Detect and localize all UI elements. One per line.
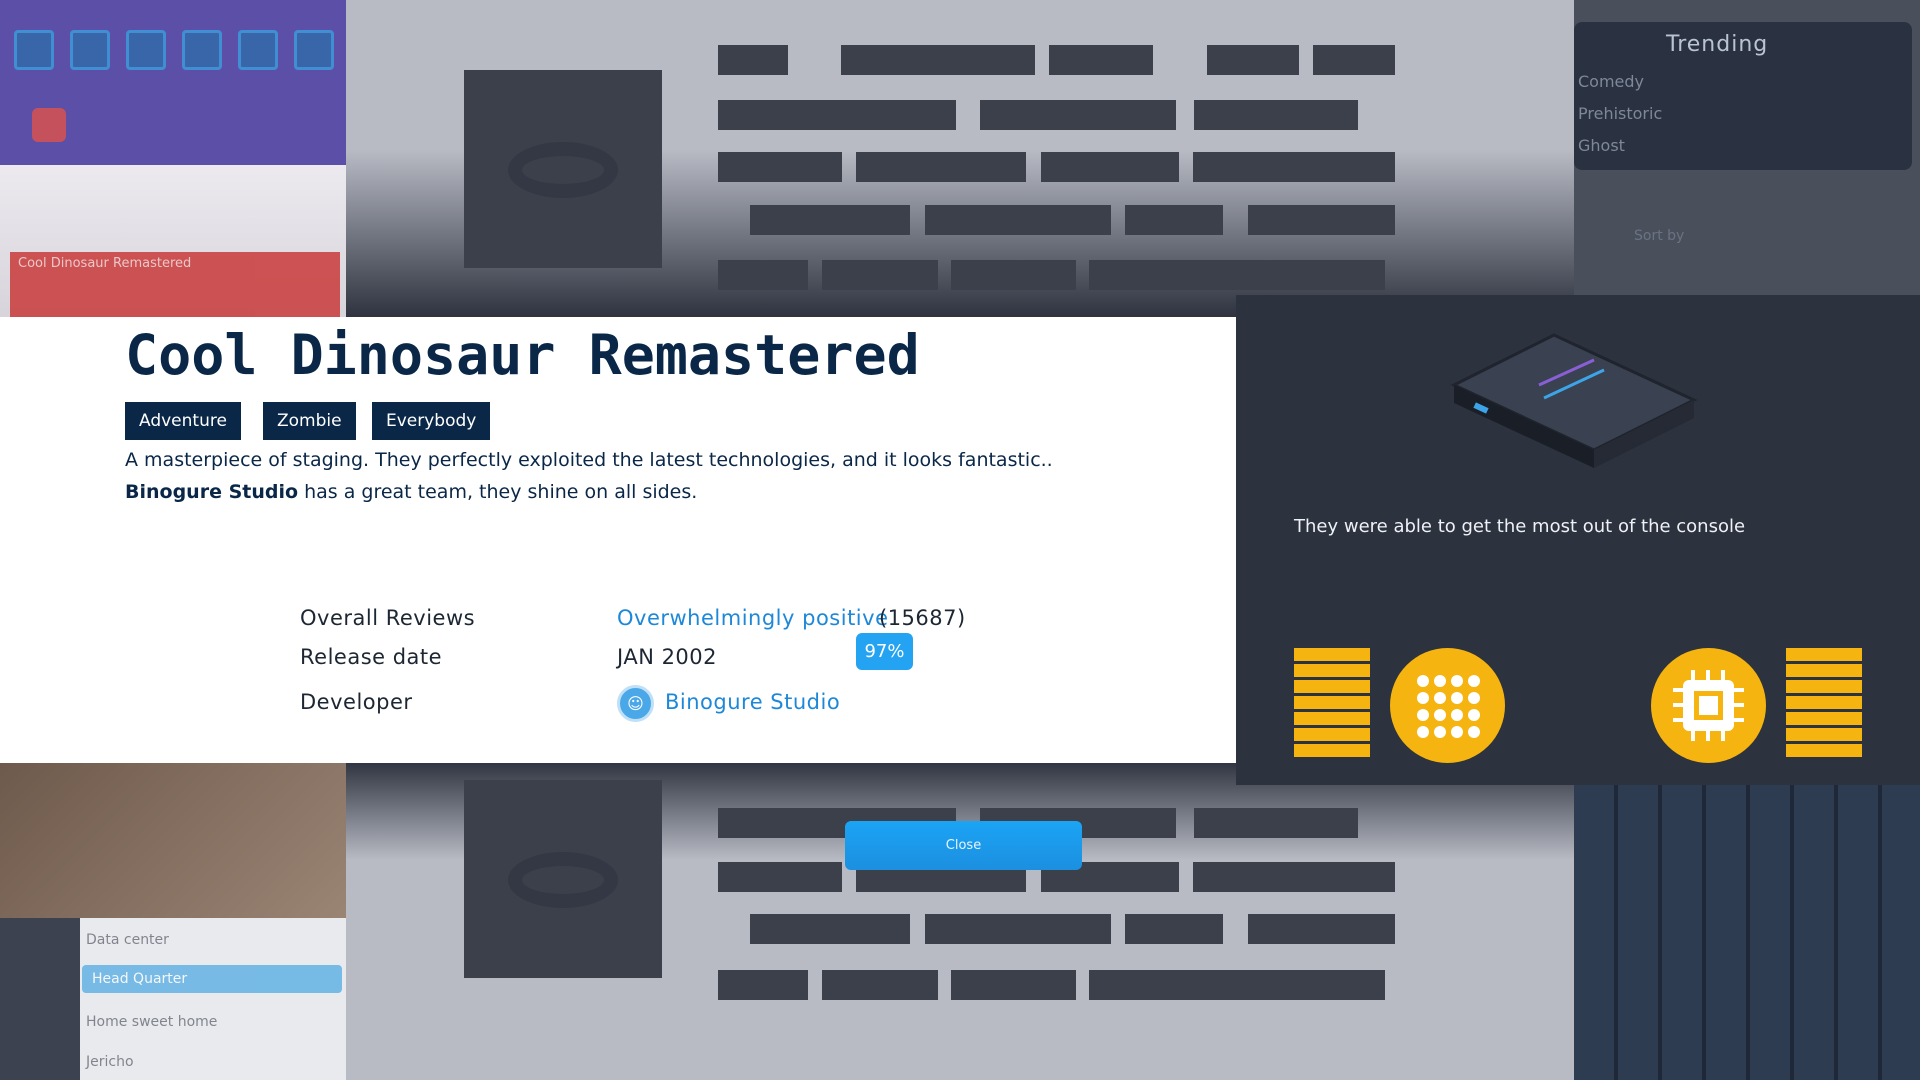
placeholder-bar — [925, 205, 1111, 235]
toolbar-slot-icon — [126, 30, 166, 70]
background-sidebar-item: Jericho — [86, 1054, 134, 1070]
sort-by-label: Sort by — [1634, 228, 1685, 244]
placeholder-bar — [1193, 152, 1395, 182]
placeholder-bar — [718, 45, 788, 75]
placeholder-bar — [718, 100, 956, 130]
release-date-value: JAN 2002 — [617, 645, 718, 669]
toolbar-slot-icon — [238, 30, 278, 70]
placeholder-bar — [1194, 100, 1358, 130]
toolbar-slot-icon — [14, 30, 54, 70]
placeholder-bar — [1207, 45, 1299, 75]
placeholder-bar — [718, 970, 808, 1000]
background-game-card-title: Cool Dinosaur Remastered — [18, 256, 192, 271]
game-title: Cool Dinosaur Remastered — [125, 323, 920, 387]
console-icon — [1450, 333, 1698, 468]
placeholder-bar — [750, 914, 910, 944]
placeholder-bar — [1125, 205, 1223, 235]
background-floor — [0, 763, 346, 918]
developer-remark-text: has a great team, they shine on all side… — [298, 481, 698, 503]
placeholder-bar — [1313, 45, 1395, 75]
placeholder-bar — [951, 970, 1076, 1000]
review-percent-badge: 97% — [856, 633, 913, 670]
trending-item: Prehistoric — [1578, 104, 1663, 123]
background-sidebar-item: Home sweet home — [86, 1014, 218, 1030]
background-trending-panel: Trending Comedy Prehistoric Ghost — [1574, 22, 1912, 170]
console-panel — [1236, 295, 1920, 785]
placeholder-cover — [464, 780, 662, 978]
game-description: A masterpiece of staging. They perfectly… — [125, 449, 1053, 471]
overall-reviews-value: Overwhelmingly positive — [617, 606, 889, 630]
placeholder-bar — [1049, 45, 1153, 75]
placeholder-bar — [1089, 260, 1385, 290]
trash-icon — [32, 108, 66, 142]
cpu-chip-icon — [1651, 648, 1766, 763]
placeholder-bar — [1089, 970, 1385, 1000]
placeholder-bar — [1125, 914, 1223, 944]
stat-bar-left — [1294, 648, 1370, 763]
placeholder-bar — [1194, 808, 1358, 838]
console-caption: They were able to get the most out of th… — [1294, 516, 1746, 537]
placeholder-bar — [718, 862, 842, 892]
placeholder-bar — [718, 152, 842, 182]
developer-remark: Binogure Studio has a great team, they s… — [125, 481, 697, 503]
placeholder-bar — [718, 260, 808, 290]
placeholder-bar — [841, 45, 1035, 75]
placeholder-bar — [856, 152, 1026, 182]
placeholder-bar — [951, 260, 1076, 290]
placeholder-bar — [1193, 862, 1395, 892]
developer-remark-name: Binogure Studio — [125, 481, 299, 503]
theme-tag: Zombie — [263, 402, 356, 440]
placeholder-bar — [980, 100, 1176, 130]
placeholder-bar — [822, 260, 938, 290]
placeholder-bar — [1248, 205, 1395, 235]
trending-item: Ghost — [1578, 136, 1625, 155]
placeholder-bar — [925, 914, 1111, 944]
background-sidebar-item: Data center — [86, 932, 169, 948]
review-count: (15687) — [879, 606, 966, 630]
background-game-card: Cool Dinosaur Remastered — [10, 252, 340, 317]
overall-reviews-label: Overall Reviews — [300, 606, 476, 630]
developer-avatar: ☺ — [617, 685, 654, 722]
placeholder-bar — [750, 205, 910, 235]
trending-item: Comedy — [1578, 72, 1645, 91]
background-sidebar-icons — [0, 918, 80, 1080]
background-glass-wall — [1574, 785, 1920, 1080]
developer-label: Developer — [300, 690, 413, 714]
placeholder-cover — [464, 70, 662, 268]
background-sidebar-item: Head Quarter — [82, 965, 342, 993]
toolbar-slot-icon — [70, 30, 110, 70]
disc-icon — [508, 142, 618, 198]
toolbar-slot-icon — [182, 30, 222, 70]
toolbar-slot-icon — [294, 30, 334, 70]
release-date-label: Release date — [300, 645, 443, 669]
placeholder-bar — [1041, 152, 1179, 182]
dots-grid-icon — [1390, 648, 1505, 763]
developer-link[interactable]: Binogure Studio — [665, 690, 840, 714]
placeholder-bar — [1248, 914, 1395, 944]
disc-icon — [508, 852, 618, 908]
stat-bar-right — [1786, 648, 1862, 763]
trending-title: Trending — [1666, 32, 1769, 57]
genre-tag: Adventure — [125, 402, 241, 440]
close-button[interactable]: Close — [845, 821, 1082, 870]
placeholder-bar — [822, 970, 938, 1000]
audience-tag: Everybody — [372, 402, 491, 440]
